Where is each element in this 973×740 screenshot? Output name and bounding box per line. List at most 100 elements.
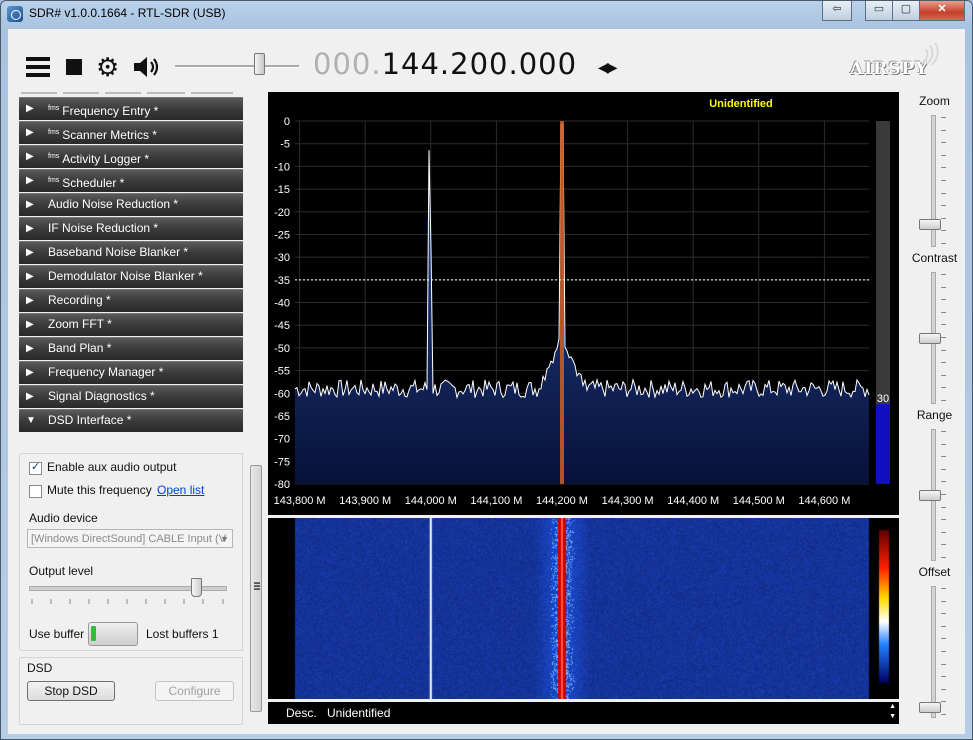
tuned-frequency-marker[interactable]	[559, 121, 564, 484]
volume-slider-thumb[interactable]	[254, 53, 266, 75]
chevron-right-icon[interactable]: ▶	[26, 146, 34, 167]
plugin-header[interactable]: ▶ Band Plan *	[19, 337, 243, 360]
chevron-right-icon[interactable]: ▶	[26, 194, 34, 215]
plugin-header[interactable]: ▶ fms Activity Logger *	[19, 145, 243, 168]
hamburger-menu-icon[interactable]	[26, 57, 50, 77]
slider-tick	[941, 688, 946, 690]
chevron-down-icon[interactable]: ▼	[26, 410, 36, 431]
chevron-right-icon[interactable]: ▶	[26, 314, 34, 335]
slider-tick	[941, 519, 946, 521]
stop-dsd-button[interactable]: Stop DSD	[27, 681, 115, 701]
slider-tick	[941, 349, 946, 351]
chevron-right-icon[interactable]: ▶	[26, 362, 34, 383]
plugin-header[interactable]: ▶ Baseband Noise Blanker *	[19, 241, 243, 264]
chevron-down-icon[interactable]: ▼	[220, 530, 229, 547]
slider-tick	[941, 701, 946, 703]
client-area: ⚙ 000.144.200.000 ◀▶ AIRSPY ▶ fms Freque…	[8, 29, 965, 734]
slider-tick	[941, 362, 946, 364]
plugin-name: Baseband Noise Blanker *	[48, 245, 189, 259]
back-button[interactable]: ⇦	[822, 1, 852, 21]
plugin-name: Scheduler *	[62, 176, 125, 190]
slider-tick	[941, 714, 946, 715]
y-tick-label: -35	[274, 275, 290, 287]
enable-aux-label[interactable]: Enable aux audio output	[47, 460, 176, 474]
slider-tick	[941, 557, 946, 558]
plugin-header[interactable]: ▶ Demodulator Noise Blanker *	[19, 265, 243, 288]
output-level-slider-thumb[interactable]	[190, 578, 202, 597]
stop-icon[interactable]	[66, 59, 82, 75]
level-meter-fill	[876, 404, 890, 484]
audio-device-select[interactable]: [Windows DirectSound] CABLE Input (V ▼	[27, 529, 233, 548]
mute-frequency-checkbox[interactable]	[29, 485, 42, 498]
scrollbar-thumb[interactable]: ▬ ▬ ▬	[250, 465, 262, 712]
sdrsharp-window: SDR# v1.0.0.1664 - RTL-SDR (USB) ⇦ ▭ ▢ ✕…	[0, 0, 973, 740]
y-tick-label: -80	[274, 479, 290, 491]
plugin-header[interactable]: ▶ Signal Diagnostics *	[19, 385, 243, 408]
plugin-header[interactable]: ▶ Audio Noise Reduction *	[19, 193, 243, 216]
frequency-main[interactable]: 144.200.000	[382, 47, 578, 81]
frequency-prefix[interactable]: 000.	[313, 47, 382, 81]
slider-tick	[941, 299, 946, 301]
plugin-header[interactable]: ▶ Zoom FFT *	[19, 313, 243, 336]
audio-device-value: [Windows DirectSound] CABLE Input (V	[31, 533, 227, 545]
spectrum-fill	[295, 124, 869, 484]
plugin-header[interactable]: ▶ fms Frequency Entry *	[19, 97, 243, 120]
waterfall-canvas[interactable]	[268, 518, 899, 699]
chevron-right-icon[interactable]: ▶	[26, 290, 34, 311]
plugin-panel-scrollbar[interactable]: ▬ ▬ ▬	[249, 93, 263, 734]
gear-icon[interactable]: ⚙	[96, 54, 119, 80]
plugin-header-label: Recording *	[48, 290, 111, 311]
spectrum-analyzer[interactable]: 0 -5 -10 -15 -20 -25 -30 -35 -40 -45 -50 -55 -60 -65 -…	[268, 92, 899, 515]
buffer-on-indicator	[91, 626, 96, 641]
slider-tick	[941, 205, 946, 207]
chevron-right-icon[interactable]: ▶	[26, 386, 34, 407]
chevron-right-icon[interactable]: ▶	[26, 122, 34, 143]
plugin-header[interactable]: ▶ fms Scheduler *	[19, 169, 243, 192]
offset-slider-thumb[interactable]	[919, 701, 941, 713]
plugin-header[interactable]: ▼ DSD Interface *	[19, 409, 243, 432]
x-tick-label: 143,800 M	[274, 495, 326, 507]
plugin-header-label: Baseband Noise Blanker *	[48, 242, 188, 263]
slider-tick	[941, 117, 946, 118]
chevron-right-icon[interactable]: ▶	[26, 98, 34, 119]
plugin-name: Scanner Metrics *	[62, 128, 157, 142]
contrast-label: Contrast	[911, 251, 958, 265]
scrollbar-grip-icon: ▬ ▬ ▬	[254, 580, 260, 592]
wifi-waves-icon	[922, 43, 939, 66]
use-buffer-toggle[interactable]	[88, 622, 138, 646]
chevron-right-icon[interactable]: ▶	[26, 170, 34, 191]
minimize-button[interactable]: ▭	[865, 1, 893, 21]
plugin-header-label: fms Activity Logger *	[48, 146, 149, 170]
y-tick-label: -60	[274, 388, 290, 400]
x-tick-label: 144,300 M	[602, 495, 654, 507]
frequency-display[interactable]: 000.144.200.000	[313, 47, 577, 81]
plugin-header[interactable]: ▶ fms Scanner Metrics *	[19, 121, 243, 144]
close-button[interactable]: ✕	[919, 1, 965, 21]
spectrum-plot[interactable]: 0 -5 -10 -15 -20 -25 -30 -35 -40 -45 -50 -55 -60 -65 -…	[268, 92, 899, 515]
speaker-icon[interactable]	[132, 55, 160, 79]
tuning-arrows-icon[interactable]: ◀▶	[598, 59, 617, 76]
chevron-right-icon[interactable]: ▶	[26, 218, 34, 239]
contrast-slider-thumb[interactable]	[919, 333, 941, 344]
maximize-button[interactable]: ▢	[892, 1, 920, 21]
sdrsharp-app-icon[interactable]	[7, 6, 23, 22]
plugin-header[interactable]: ▶ Frequency Manager *	[19, 361, 243, 384]
plugin-header-label: Band Plan *	[48, 338, 111, 359]
chevron-right-icon[interactable]: ▶	[26, 242, 34, 263]
range-slider-thumb[interactable]	[919, 490, 941, 501]
waterfall-display[interactable]	[268, 518, 899, 699]
open-list-link[interactable]: Open list	[157, 483, 204, 497]
plugin-header[interactable]: ▶ Recording *	[19, 289, 243, 312]
zoom-slider-thumb[interactable]	[919, 218, 941, 230]
offset-slider-track[interactable]	[931, 586, 936, 718]
enable-aux-checkbox[interactable]	[29, 460, 42, 475]
chevron-right-icon[interactable]: ▶	[26, 266, 34, 287]
volume-slider-track[interactable]	[175, 65, 299, 68]
output-level-ticks	[31, 599, 224, 604]
plugin-header[interactable]: ▶ IF Noise Reduction *	[19, 217, 243, 240]
desc-spinner-icon[interactable]: ▲ ▼	[889, 702, 896, 722]
chevron-right-icon[interactable]: ▶	[26, 338, 34, 359]
configure-button[interactable]: Configure	[155, 681, 234, 701]
plugin-header-label: IF Noise Reduction *	[48, 218, 158, 239]
mute-frequency-label[interactable]: Mute this frequency	[47, 483, 152, 497]
